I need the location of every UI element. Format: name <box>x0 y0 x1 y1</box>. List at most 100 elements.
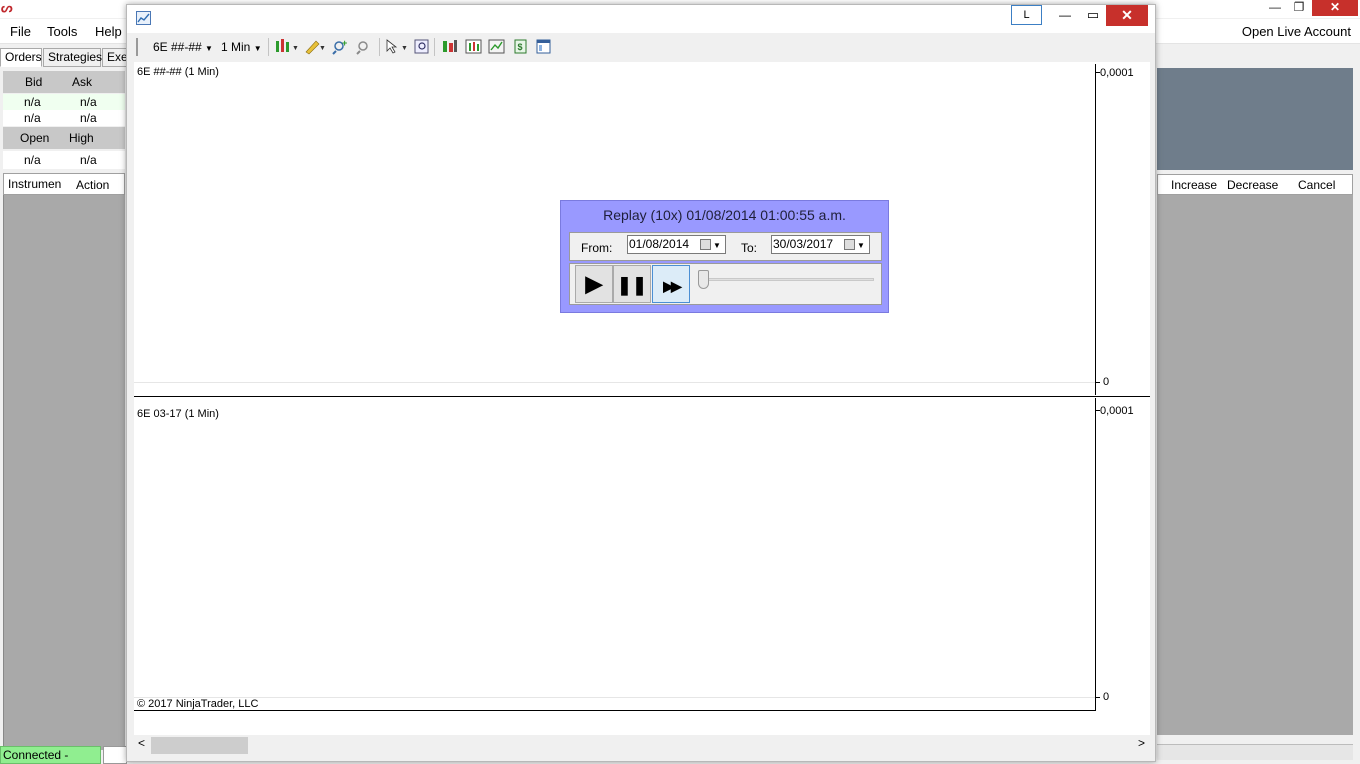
panel-divider[interactable] <box>134 396 1150 397</box>
column-decrease[interactable]: Decrease <box>1227 178 1278 192</box>
calendar-icon[interactable] <box>700 239 711 250</box>
panel-1-y-min-label: 0 <box>1103 376 1110 388</box>
svg-text:▼: ▼ <box>292 45 299 52</box>
panel-2-title: 6E 03-17 (1 Min) <box>137 408 219 420</box>
column-cancel[interactable]: Cancel <box>1298 178 1335 192</box>
quote-header-bid-ask: Bid Ask <box>3 71 125 93</box>
panel-2-y-max-label: 0,0001 <box>1100 405 1134 417</box>
right-panel-header-area <box>1157 68 1353 170</box>
quote-header-ask: Ask <box>72 75 93 89</box>
column-increase[interactable]: Increase <box>1171 178 1217 192</box>
chevron-down-icon[interactable]: ▼ <box>713 237 721 254</box>
app-logo-icon: ᔕ <box>1 0 13 15</box>
quote-bid-value: n/a <box>24 95 41 109</box>
orders-grid[interactable] <box>3 195 125 750</box>
toolbar-separator <box>268 38 269 56</box>
interval-selector[interactable]: 1 Min ▼ <box>221 40 262 54</box>
replay-control-dialog[interactable]: Replay (10x) 01/08/2014 01:00:55 a.m. Fr… <box>560 200 889 313</box>
from-date-picker[interactable]: 01/08/2014 ▼ <box>627 235 726 254</box>
panel-1-y-axis <box>1095 64 1096 395</box>
indicators-icon[interactable] <box>488 38 506 55</box>
copyright-label: © 2017 NinjaTrader, LLC <box>137 698 259 710</box>
right-horizontal-scrollbar[interactable] <box>1157 744 1353 760</box>
chart-toolbar: 6E ##-## ▼ 1 Min ▼ ▼ ▼ + ▼ $ <box>127 34 1155 60</box>
menu-help[interactable]: Help <box>95 24 122 39</box>
svg-text:+: + <box>342 38 347 48</box>
panel-2-baseline <box>134 697 1095 698</box>
zoom-in-icon[interactable]: + <box>331 38 349 55</box>
main-minimize-button[interactable]: — <box>1262 0 1288 16</box>
quote-header-open: Open <box>20 131 50 145</box>
right-column-header: Increase Decrease Cancel <box>1157 174 1353 195</box>
play-button[interactable]: ▶ <box>575 265 613 303</box>
status-bar-field <box>103 746 127 764</box>
cursor-icon[interactable]: ▼ <box>385 38 408 55</box>
to-label: To: <box>741 241 758 255</box>
open-live-account-link[interactable]: Open Live Account <box>1242 24 1351 39</box>
chart-maximize-button[interactable]: ▭ <box>1085 7 1101 22</box>
quote-header-high: High <box>69 131 94 145</box>
chart-window-icon <box>136 11 151 25</box>
instrument-selector[interactable]: 6E ##-## ▼ <box>153 40 213 54</box>
properties-icon[interactable] <box>535 38 553 55</box>
chart-trader-icon[interactable] <box>441 38 459 55</box>
time-axis <box>134 710 1096 711</box>
toolbar-separator <box>379 38 380 56</box>
chart-window-titlebar[interactable]: L — ▭ ✕ <box>127 5 1155 33</box>
quote-header-bid: Bid <box>25 75 43 89</box>
fast-forward-button[interactable]: ▶▶ <box>652 265 690 303</box>
to-date-value: 30/03/2017 <box>773 237 834 251</box>
column-instrument[interactable]: Instrumen <box>8 177 61 191</box>
data-box-icon[interactable] <box>413 38 431 55</box>
toolbar-grip-icon[interactable] <box>136 38 138 56</box>
scroll-thumb[interactable] <box>151 737 248 754</box>
tab-strategies[interactable]: Strategies <box>43 48 102 67</box>
main-close-button[interactable]: ✕ <box>1312 0 1358 16</box>
chart-window: L — ▭ ✕ 6E ##-## ▼ 1 Min ▼ ▼ ▼ + ▼ $ 6E … <box>126 4 1156 762</box>
menu-tools[interactable]: Tools <box>47 24 77 39</box>
quote-open-value: n/a <box>24 153 41 167</box>
calendar-icon[interactable] <box>844 239 855 250</box>
replay-title: Replay (10x) 01/08/2014 01:00:55 a.m. <box>603 207 846 223</box>
chart-area[interactable]: 6E ##-## (1 Min) 0,0001 0 6E 03-17 (1 Mi… <box>134 62 1150 735</box>
replay-speed-slider-handle[interactable] <box>698 270 709 289</box>
chart-close-button[interactable]: ✕ <box>1106 5 1148 26</box>
chevron-down-icon[interactable]: ▼ <box>857 237 865 254</box>
pause-button[interactable]: ❚❚ <box>613 265 651 303</box>
pause-icon: ❚❚ <box>616 275 648 295</box>
chart-minimize-button[interactable]: — <box>1057 8 1073 22</box>
connection-status: Connected - Replay <box>0 746 101 764</box>
main-restore-button[interactable]: ❐ <box>1288 0 1310 16</box>
scroll-right-icon[interactable]: > <box>1138 736 1145 750</box>
right-grid[interactable] <box>1157 195 1353 735</box>
replay-date-range: From: 01/08/2014 ▼ To: 30/03/2017 ▼ <box>569 232 882 261</box>
svg-text:▼: ▼ <box>401 45 408 52</box>
chart-style-icon[interactable]: ▼ <box>275 38 299 55</box>
panel-2-y-min-label: 0 <box>1103 691 1110 703</box>
quote-bid-value: n/a <box>24 111 41 125</box>
interval-label: 1 Min <box>221 40 251 54</box>
quote-row: n/a n/a <box>3 94 125 110</box>
zoom-out-icon[interactable] <box>355 38 373 55</box>
instrument-label: 6E ##-## <box>153 40 202 54</box>
quote-ask-value: n/a <box>80 111 97 125</box>
svg-text:▼: ▼ <box>319 45 326 52</box>
column-action[interactable]: Action <box>76 178 109 192</box>
chart-horizontal-scrollbar[interactable]: < > <box>134 736 1150 754</box>
toolbar-separator <box>434 38 435 56</box>
panel-1-baseline <box>134 382 1095 383</box>
tab-orders[interactable]: Orders <box>0 48 42 67</box>
quote-row: n/a n/a <box>3 110 125 126</box>
from-label: From: <box>581 241 613 255</box>
orders-column-header: Instrumen Action <box>3 173 125 195</box>
replay-speed-slider-track[interactable] <box>701 278 874 281</box>
performance-icon[interactable]: $ <box>512 38 530 55</box>
strategies-icon[interactable] <box>465 38 483 55</box>
scroll-left-icon[interactable]: < <box>138 736 145 750</box>
menu-file[interactable]: File <box>10 24 31 39</box>
link-button[interactable]: L <box>1011 5 1042 25</box>
to-date-picker[interactable]: 30/03/2017 ▼ <box>771 235 870 254</box>
drawing-tool-icon[interactable]: ▼ <box>303 38 326 55</box>
from-date-value: 01/08/2014 <box>629 237 690 251</box>
left-panel: Orders Strategies Exe Bid Ask n/a n/a n/… <box>0 45 132 750</box>
